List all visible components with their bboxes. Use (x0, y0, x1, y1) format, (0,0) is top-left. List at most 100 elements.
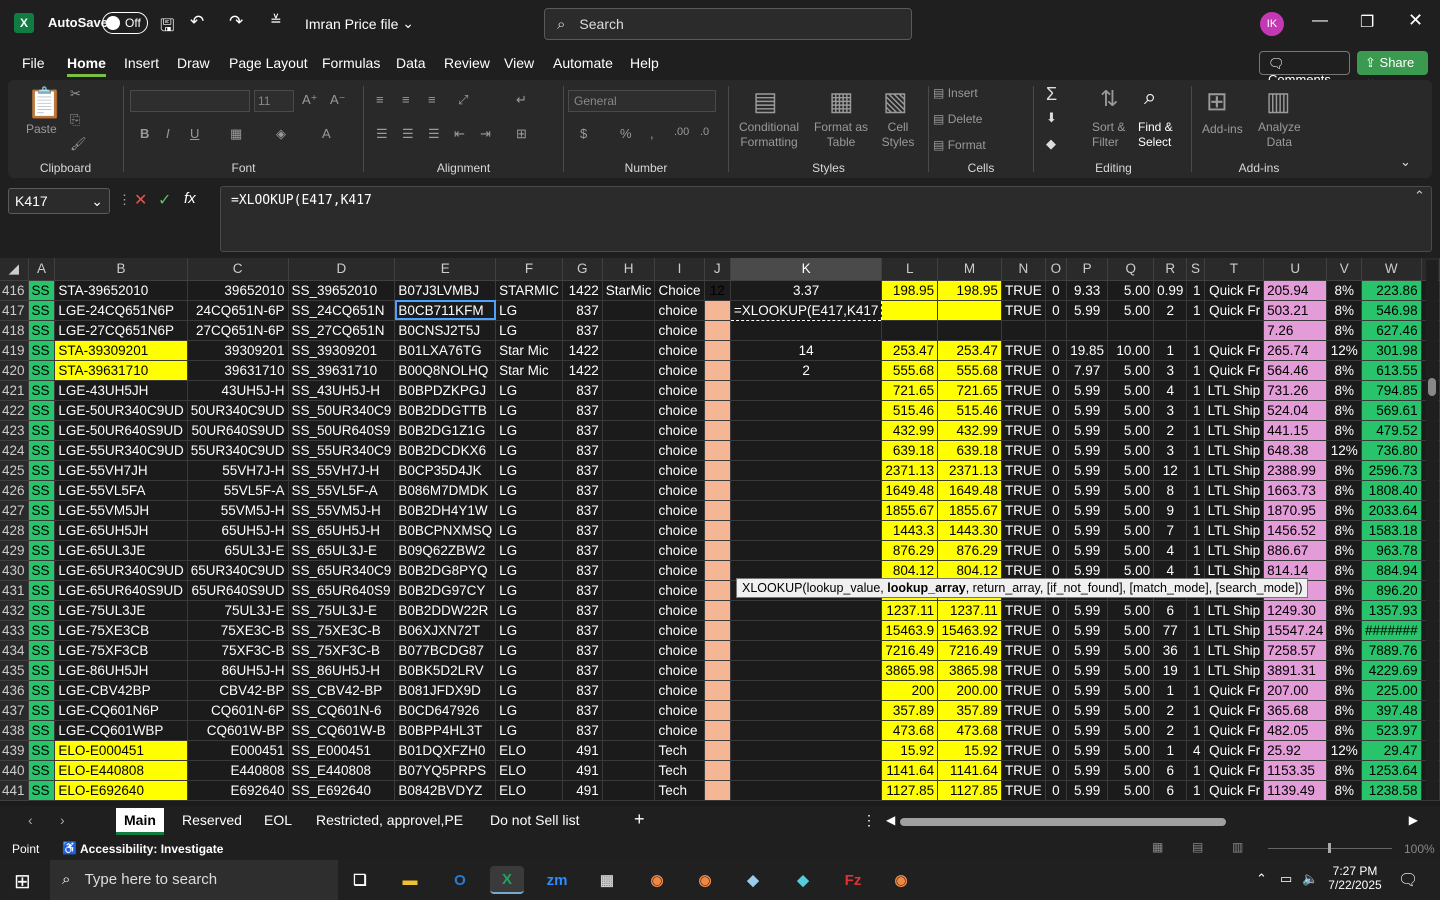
cell-q[interactable]: 5.00 (1107, 420, 1155, 441)
cell-g[interactable]: 837 (562, 400, 603, 421)
cell-t[interactable]: LTL Ship (1204, 660, 1265, 681)
cell-l[interactable]: 2371.13 (881, 460, 939, 481)
cell-c[interactable]: 50UR640S9UD (187, 420, 289, 441)
cell-i[interactable]: choice (654, 340, 705, 361)
zoom-slider[interactable] (1268, 843, 1392, 853)
cell-v[interactable]: 8% (1326, 620, 1363, 641)
format-as-table-icon[interactable]: ▦ (829, 86, 854, 117)
cell-q[interactable]: 5.00 (1107, 760, 1155, 781)
cell-e[interactable]: B081JFDX9D (394, 680, 497, 701)
enter-icon[interactable]: ✓ (158, 190, 171, 210)
cell-p[interactable] (1066, 320, 1109, 341)
bottom-align-icon[interactable]: ≡ (428, 92, 436, 107)
cell-l[interactable]: 200 (881, 680, 939, 701)
cell-e[interactable]: B0B2DDGTTB (394, 400, 497, 421)
cell-q[interactable]: 5.00 (1107, 640, 1155, 661)
cell-r[interactable]: 3 (1153, 360, 1188, 381)
cell-j[interactable] (704, 660, 731, 681)
tab-view[interactable]: View (504, 55, 534, 71)
cell-g[interactable]: 491 (562, 740, 603, 761)
vertical-scroll-thumb[interactable] (1428, 378, 1436, 396)
cell-g[interactable]: 491 (562, 780, 603, 801)
name-box[interactable]: K417 ⌄ (8, 188, 110, 214)
cell-v[interactable]: 8% (1326, 580, 1363, 601)
cell-e[interactable]: B0BPP4HL3T (394, 720, 497, 741)
cell-q[interactable]: 5.00 (1107, 680, 1155, 701)
cell-d[interactable]: SS_65UR340C9 (288, 560, 396, 581)
cell-c[interactable]: E000451 (187, 740, 289, 761)
cell-f[interactable]: LG (495, 720, 563, 741)
cell-f[interactable]: LG (495, 700, 563, 721)
addins-icon[interactable]: ⊞ (1206, 86, 1228, 117)
cell-w[interactable]: 479.52 (1361, 420, 1422, 441)
column-header-b[interactable]: B (54, 258, 188, 281)
comma-icon[interactable]: , (650, 126, 654, 141)
cell-h[interactable] (602, 640, 656, 661)
cell-s[interactable]: 1 (1186, 720, 1205, 741)
tab-page-layout[interactable]: Page Layout (229, 55, 308, 71)
cell-i[interactable]: choice (654, 680, 705, 701)
cell-f[interactable]: LG (495, 660, 563, 681)
cell-d[interactable]: SS_24CQ651N (288, 300, 396, 321)
cell-t[interactable]: LTL Ship (1204, 420, 1265, 441)
column-header-v[interactable]: V (1326, 258, 1363, 281)
minimize-icon[interactable]: — (1312, 12, 1328, 30)
cell-w[interactable]: 2033.64 (1361, 500, 1422, 521)
prev-sheet-icon[interactable]: ‹ (28, 812, 33, 828)
active-cell-k417[interactable]: =XLOOKUP(E417,K417 (729, 299, 883, 321)
increase-font-icon[interactable]: A⁺ (302, 92, 318, 108)
show-hidden-icons-icon[interactable]: ⌃ (1256, 871, 1267, 887)
cell-e[interactable]: B0B2DG8PYQ (394, 560, 497, 581)
row-header[interactable]: 426 (0, 480, 29, 501)
cell-g[interactable]: 837 (562, 640, 603, 661)
cell-o[interactable]: 0 (1045, 380, 1067, 401)
cell-c[interactable]: 50UR340C9UD (187, 400, 289, 421)
cell-b[interactable]: STA-39631710 (54, 360, 188, 381)
filezilla-icon[interactable]: Fz (836, 866, 870, 894)
cell-t[interactable]: Quick Fr (1204, 780, 1265, 801)
cell-t[interactable]: Quick Fr (1204, 300, 1265, 321)
insert-function-icon[interactable]: fx (184, 190, 196, 207)
cell-o[interactable]: 0 (1045, 360, 1067, 381)
underline-icon[interactable]: U (190, 126, 199, 141)
format-as-table-button[interactable]: Format as Table (811, 120, 871, 150)
italic-icon[interactable]: I (166, 126, 170, 141)
decrease-indent-icon[interactable]: ⇤ (454, 126, 465, 142)
cell-a[interactable]: SS (28, 740, 56, 761)
cell-k[interactable] (730, 520, 883, 541)
cell-v[interactable]: 12% (1326, 440, 1363, 461)
cell-h[interactable] (602, 340, 656, 361)
cell-u[interactable]: 2388.99 (1263, 460, 1328, 481)
cell-n[interactable]: TRUE (1001, 440, 1046, 461)
cell-e[interactable]: B0B2DH4Y1W (394, 500, 497, 521)
excel-taskbar-icon[interactable]: X (490, 866, 524, 894)
top-align-icon[interactable]: ≡ (376, 92, 384, 107)
cell-v[interactable]: 8% (1326, 780, 1363, 801)
cell-s[interactable]: 1 (1186, 760, 1205, 781)
cell-g[interactable]: 837 (562, 720, 603, 741)
cell-s[interactable] (1186, 320, 1205, 341)
cell-o[interactable]: 0 (1045, 340, 1067, 361)
cell-t[interactable]: Quick Fr (1204, 720, 1265, 741)
cell-a[interactable]: SS (28, 500, 56, 521)
cell-a[interactable]: SS (28, 540, 56, 561)
close-icon[interactable]: ✕ (1408, 10, 1423, 31)
row-header[interactable]: 419 (0, 340, 29, 361)
cell-g[interactable]: 837 (562, 420, 603, 441)
cell-d[interactable]: SS_E000451 (288, 740, 396, 761)
cell-c[interactable]: 75XF3C-B (187, 640, 289, 661)
cell-m[interactable]: 1141.64 (937, 760, 1002, 781)
middle-align-icon[interactable]: ≡ (402, 92, 410, 107)
cell-c[interactable]: CQ601W-BP (187, 720, 289, 741)
cell-o[interactable]: 0 (1045, 440, 1067, 461)
cell-q[interactable]: 5.00 (1107, 360, 1155, 381)
cell-i[interactable]: choice (654, 380, 705, 401)
row-header[interactable]: 436 (0, 680, 29, 701)
network-icon[interactable]: ▭ (1280, 871, 1292, 887)
cell-v[interactable]: 8% (1326, 400, 1363, 421)
cell-m[interactable]: 253.47 (937, 340, 1002, 361)
cell-a[interactable]: SS (28, 600, 56, 621)
cell-t[interactable]: Quick Fr (1204, 280, 1265, 301)
cell-c[interactable]: 43UH5J-H (187, 380, 289, 401)
cell-u[interactable]: 205.94 (1263, 280, 1328, 301)
